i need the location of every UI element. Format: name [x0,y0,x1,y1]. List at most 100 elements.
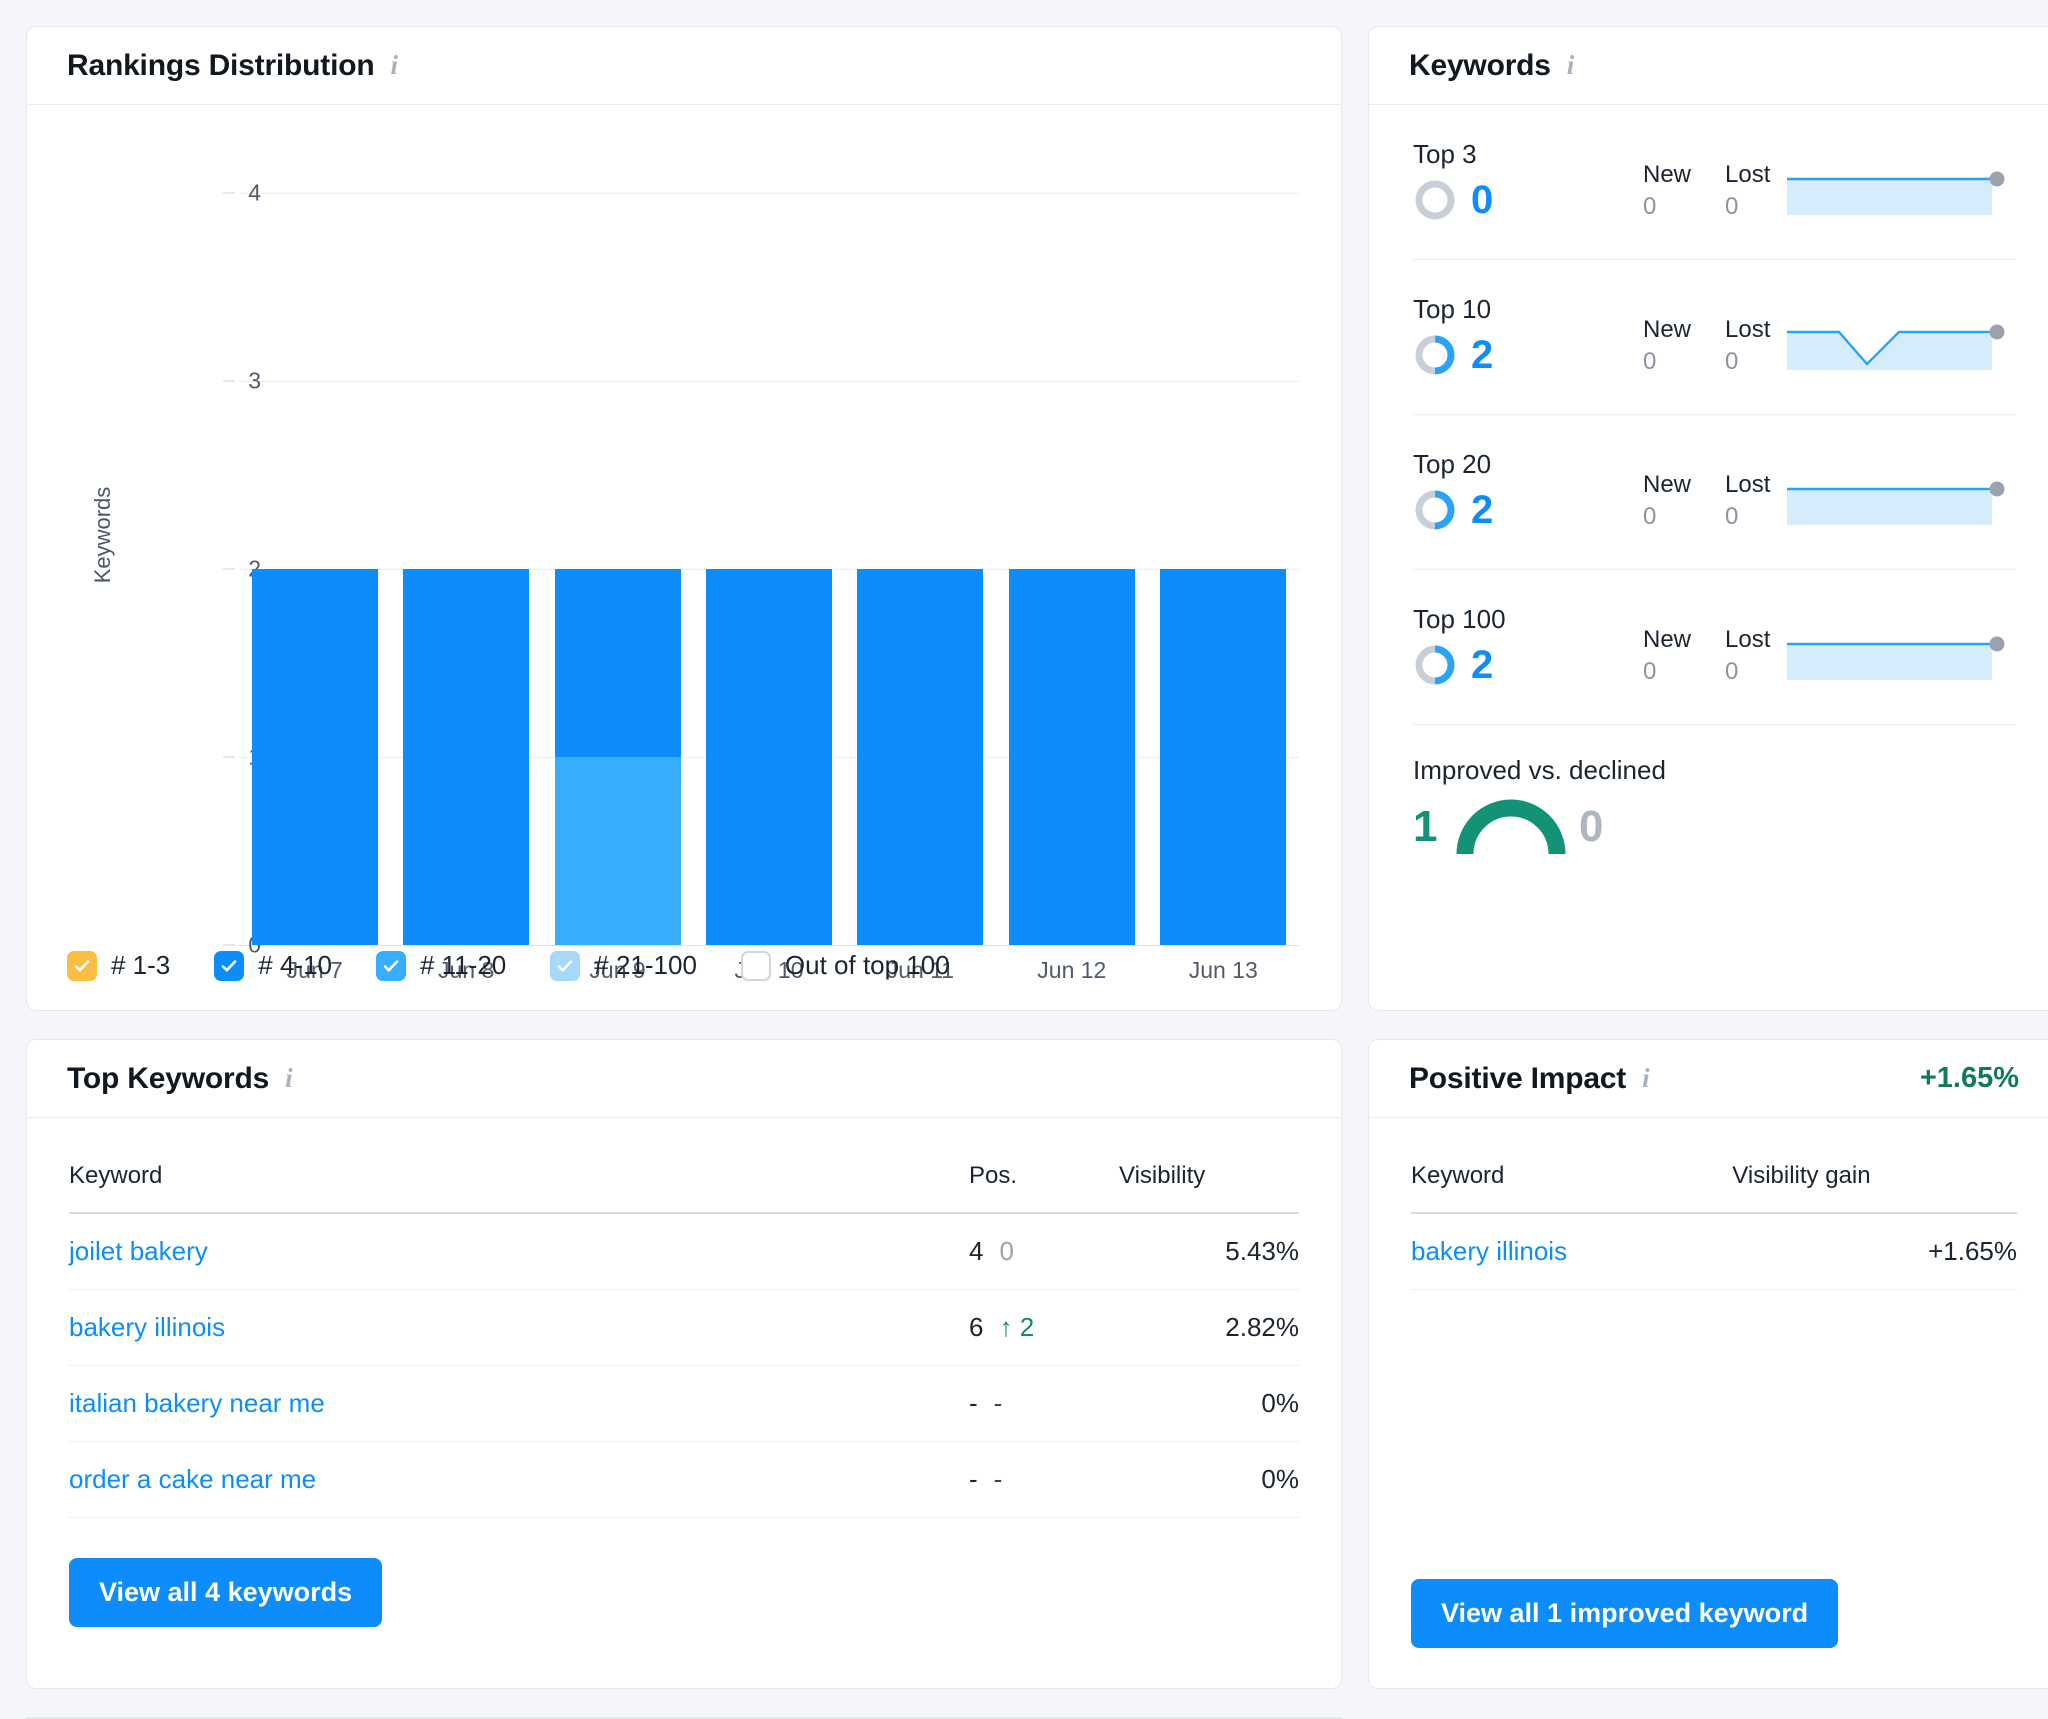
new-label: New [1643,161,1692,188]
lost-value: 0 [1725,658,1739,685]
stacked-bar[interactable] [857,569,984,945]
stacked-bar[interactable] [251,569,378,945]
dashboard-root: Rankings Distribution i Keywords 01234 J… [0,0,2048,1719]
keyword-link[interactable]: joilet bakery [69,1236,208,1266]
tier-label: Top 100 [1413,604,1506,634]
view-all-keywords-button[interactable]: View all 4 keywords [69,1558,383,1627]
x-axis-tick-label: Jun 12 [1037,957,1107,983]
stat-lost: Lost 0 [1725,626,1770,686]
stacked-bar[interactable] [1160,569,1287,945]
top-keywords-title: Top Keywords [67,1061,270,1095]
sparkline-chart [1787,171,2005,215]
position-delta: ↑ 2 [999,1312,1035,1342]
stacked-bar[interactable] [705,569,832,945]
bar-column[interactable] [390,193,541,945]
position-delta: - [993,1464,1003,1494]
donut-chart [1415,180,1455,220]
bar-segment [705,569,832,945]
legend-item-21-100[interactable]: # 21-100 [550,950,697,981]
page-title: Rankings Distribution [67,48,375,82]
legend-item-4-10[interactable]: # 4-10 [214,950,332,981]
visibility-cell: 2.82% [1119,1289,1299,1366]
donut-chart [1415,335,1455,375]
bar-segment [403,569,530,945]
stacked-bar[interactable] [1008,569,1135,945]
stat-lost: Lost 0 [1725,161,1770,221]
info-icon[interactable]: i [285,1063,293,1094]
lost-label: Lost [1725,161,1771,188]
tier-new-lost-stats: New 0 Lost 0 [1643,626,1770,686]
half-gauge-chart [1456,799,1566,855]
tier-count-row: 2 [1413,643,1643,687]
bar-column[interactable] [542,193,693,945]
position-cell: -- [969,1441,1119,1518]
legend-item-11-20[interactable]: # 11-20 [376,950,506,981]
checkbox-checked-icon[interactable] [376,950,406,981]
bar-segment [1160,569,1287,945]
lost-value: 0 [1725,193,1739,220]
keyword-link[interactable]: bakery illinois [1411,1236,1567,1266]
keyword-link[interactable]: bakery illinois [69,1312,225,1342]
info-icon[interactable]: i [390,50,398,81]
y-axis-tick-mark [223,944,235,946]
bar-column[interactable] [693,193,844,945]
legend-item-label: # 11-20 [420,950,507,980]
checkbox-checked-icon[interactable] [550,950,581,981]
tier-summary: Top 20 2 [1413,449,1643,532]
visibility-cell: 0% [1119,1365,1299,1442]
tier-new-lost-stats: New 0 Lost 0 [1643,316,1770,376]
legend-item-1-3[interactable]: # 1-3 [67,950,170,981]
keyword-link[interactable]: italian bakery near me [69,1388,325,1418]
tier-summary: Top 100 2 [1413,604,1643,687]
legend-item-label: Out of top 100 [784,950,950,980]
bar-column[interactable] [996,193,1147,945]
top-keywords-header: Top Keywords i [27,1040,1341,1118]
tier-count: 2 [1471,488,1494,532]
new-value: 0 [1643,658,1657,685]
legend-item-label: # 4-10 [258,950,332,980]
y-axis-title: Keywords [90,486,115,584]
bar-segment [554,757,681,945]
stacked-bar[interactable] [554,569,681,945]
info-icon[interactable]: i [1642,1063,1650,1094]
keyword-link[interactable]: order a cake near me [69,1464,316,1494]
table-header-row: Keyword Visibility gain [1411,1118,2017,1214]
stat-new: New 0 [1643,471,1691,531]
view-all-improved-keyword-button[interactable]: View all 1 improved keyword [1411,1579,1839,1648]
positive-impact-title: Positive Impact [1409,1061,1627,1095]
checkbox-checked-icon[interactable] [67,950,97,981]
checkbox-unchecked-icon[interactable] [740,950,771,981]
stat-lost: Lost 0 [1725,316,1770,376]
y-axis-tick-mark [223,568,235,570]
tier-summary: Top 10 2 [1413,294,1643,377]
lost-value: 0 [1725,503,1739,530]
tier-label: Top 20 [1413,449,1492,479]
y-axis-tick-mark [223,756,235,758]
keywords-tier-row: Top 3 0 New 0 Lost 0 [1413,105,2015,260]
stacked-bar[interactable] [403,569,530,945]
positive-impact-table-wrap: Keyword Visibility gain bakery illinois +… [1369,1118,2048,1290]
lost-label: Lost [1725,626,1771,653]
legend-item-label: # 1-3 [111,950,171,980]
checkbox-checked-icon[interactable] [214,950,245,981]
stat-new: New 0 [1643,626,1691,686]
legend-item-out-of-top-100[interactable]: Out of top 100 [740,950,950,981]
positive-impact-footer: View all 1 improved keyword [1369,1539,1880,1648]
bar-column[interactable] [239,193,390,945]
keywords-title: Keywords [1409,48,1551,82]
bar-column[interactable] [1148,193,1299,945]
stat-new: New 0 [1643,161,1691,221]
x-axis-tick-label: Jun 13 [1188,957,1258,983]
y-axis-tick-mark [223,192,235,194]
bar-segment [857,569,984,945]
keyword-cell: bakery illinois [1411,1213,1733,1290]
info-icon[interactable]: i [1567,50,1575,81]
top-keywords-card: Top Keywords i Keyword Pos. Visibility j… [26,1039,1342,1689]
improved-count: 1 [1413,802,1438,851]
y-axis-tick-mark [223,380,235,382]
column-header-visibility: Visibility [1119,1118,1299,1214]
tier-count-row: 2 [1413,333,1643,377]
table-row: bakery illinois 6 ↑ 2 2.82% [69,1289,1299,1366]
bar-column[interactable] [845,193,996,945]
keyword-cell: italian bakery near me [69,1365,969,1442]
